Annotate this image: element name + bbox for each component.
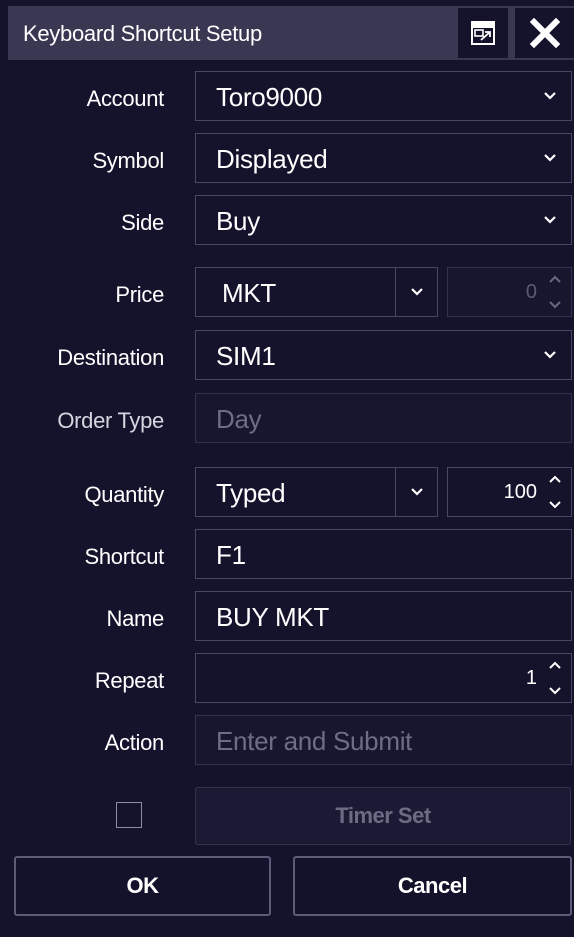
symbol-value: Displayed [216, 144, 328, 174]
quantity-label: Quantity [84, 482, 164, 507]
popout-window-icon [471, 21, 495, 45]
repeat-value: 1 [525, 667, 537, 689]
action-label: Action [104, 730, 165, 755]
name-input[interactable]: BUY MKT [195, 591, 572, 641]
symbol-label: Symbol [92, 148, 164, 173]
quantity-spinner[interactable]: 100 [447, 467, 572, 517]
side-dropdown[interactable]: Buy [195, 195, 572, 245]
chevron-down-icon [529, 134, 571, 182]
price-label: Price [115, 282, 164, 307]
shortcut-form: Account Toro9000 Symbol Displayed Side B… [8, 60, 574, 937]
chevron-down-icon [529, 331, 571, 379]
account-dropdown[interactable]: Toro9000 [195, 71, 572, 121]
account-value: Toro9000 [216, 82, 323, 112]
up-down-arrows-icon[interactable] [545, 474, 565, 510]
repeat-label: Repeat [94, 668, 164, 693]
destination-value: SIM1 [216, 341, 276, 371]
quantity-type-dropdown[interactable]: Typed [195, 467, 438, 517]
order-type-label: Order Type [57, 408, 164, 433]
quantity-type-value: Typed [216, 478, 286, 508]
account-label: Account [86, 86, 165, 111]
up-down-arrows-icon[interactable] [545, 274, 565, 310]
chevron-down-icon [529, 196, 571, 244]
action-value: Enter and Submit [216, 726, 413, 756]
name-label: Name [106, 606, 165, 631]
action-field: Enter and Submit [195, 715, 572, 765]
chevron-down-icon [529, 72, 571, 120]
close-icon [529, 18, 560, 48]
order-type-field: Day [195, 393, 572, 443]
price-amount-spinner[interactable]: 0 [447, 267, 572, 317]
destination-label: Destination [57, 345, 164, 370]
shortcut-label: Shortcut [84, 544, 164, 569]
window-title: Keyboard Shortcut Setup [23, 21, 262, 46]
order-type-value: Day [216, 404, 262, 434]
title-bar: Keyboard Shortcut Setup [8, 6, 574, 60]
side-value: Buy [216, 206, 260, 236]
popout-button[interactable] [458, 8, 508, 58]
symbol-dropdown[interactable]: Displayed [195, 133, 572, 183]
chevron-down-icon [395, 268, 437, 316]
chevron-down-icon [395, 468, 437, 516]
name-value: BUY MKT [216, 602, 329, 632]
side-label: Side [121, 210, 164, 235]
price-amount-value: 0 [525, 281, 537, 303]
shortcut-value: F1 [216, 540, 246, 570]
timer-checkbox[interactable] [116, 802, 142, 828]
quantity-value: 100 [503, 481, 537, 503]
price-type-dropdown[interactable]: MKT [195, 267, 438, 317]
shortcut-input[interactable]: F1 [195, 529, 572, 579]
price-type-value: MKT [222, 278, 276, 308]
close-button[interactable] [515, 8, 574, 58]
destination-dropdown[interactable]: SIM1 [195, 330, 572, 380]
ok-button[interactable]: OK [14, 856, 271, 916]
repeat-spinner[interactable]: 1 [195, 653, 572, 703]
cancel-button[interactable]: Cancel [293, 856, 572, 916]
timer-set-button[interactable]: Timer Set [195, 787, 571, 845]
up-down-arrows-icon[interactable] [545, 660, 565, 696]
